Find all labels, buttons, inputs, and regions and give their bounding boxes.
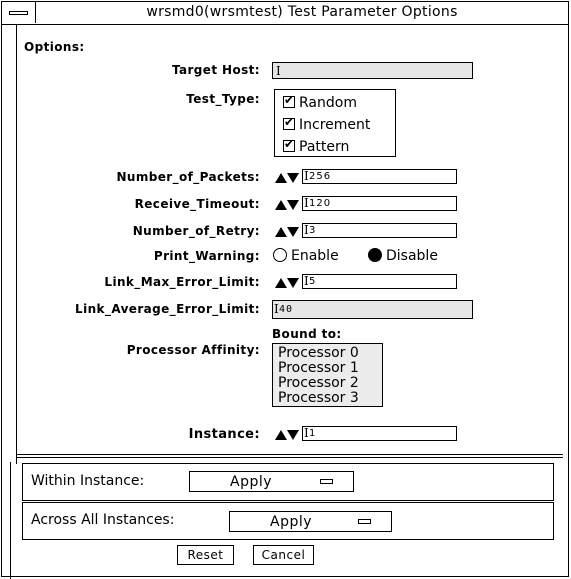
arrow-up-icon[interactable] <box>275 173 287 183</box>
number-of-retry-stepper[interactable]: I 3 <box>274 223 457 238</box>
processor-affinity-label: Processor Affinity: <box>126 343 260 357</box>
within-instance-apply-button[interactable]: Apply <box>189 471 354 492</box>
title-bar: wrsmd0(wrsmtest) Test Parameter Options <box>2 2 568 25</box>
processor-affinity-list[interactable]: Processor 0 Processor 1 Processor 2 Proc… <box>272 343 383 407</box>
link-average-error-limit-input[interactable]: I 40 <box>272 300 473 319</box>
across-all-instances-apply-label: Apply <box>270 514 313 530</box>
receive-timeout-label: Receive_Timeout: <box>134 197 260 211</box>
within-instance-apply-label: Apply <box>230 474 273 490</box>
window-title: wrsmd0(wrsmtest) Test Parameter Options <box>146 4 458 20</box>
receive-timeout-value: 120 <box>309 198 332 209</box>
arrow-up-icon[interactable] <box>275 430 287 440</box>
number-of-packets-label: Number_of_Packets: <box>116 170 260 184</box>
test-type-label: Test_Type: <box>186 92 260 106</box>
receive-timeout-stepper[interactable]: I 120 <box>274 196 457 211</box>
arrow-up-icon[interactable] <box>275 227 287 237</box>
checkbox-increment-label: Increment <box>299 117 371 133</box>
radio-disable-label: Disable <box>386 248 438 264</box>
arrow-down-icon[interactable] <box>287 430 299 440</box>
instance-input[interactable]: I 1 <box>302 426 457 441</box>
bound-to-label: Bound to: <box>272 327 342 341</box>
arrow-down-icon[interactable] <box>287 227 299 237</box>
receive-timeout-input[interactable]: I 120 <box>302 196 457 211</box>
radio-enable-label: Enable <box>291 248 339 264</box>
across-all-instances-panel: Across All Instances: Apply <box>22 502 554 540</box>
list-item[interactable]: Processor 2 <box>278 375 359 391</box>
list-item[interactable]: Processor 0 <box>278 345 359 361</box>
number-of-packets-input[interactable]: I 256 <box>302 169 457 184</box>
checkbox-pattern[interactable]: Pattern <box>283 137 350 155</box>
link-max-error-limit-value: 5 <box>309 276 317 287</box>
left-border-line <box>10 462 11 579</box>
link-max-error-limit-input[interactable]: I 5 <box>302 274 457 289</box>
number-of-retry-input[interactable]: I 3 <box>302 223 457 238</box>
arrow-up-icon[interactable] <box>275 200 287 210</box>
menu-indicator-icon <box>358 519 371 524</box>
target-host-label: Target Host: <box>171 63 260 77</box>
arrow-up-icon[interactable] <box>275 278 287 288</box>
checkbox-random[interactable]: Random <box>283 93 357 111</box>
instance-label: Instance: <box>188 427 260 442</box>
arrow-down-icon[interactable] <box>287 200 299 210</box>
within-instance-panel: Within Instance: Apply <box>22 463 554 501</box>
link-average-error-limit-label: Link_Average_Error_Limit: <box>75 302 260 316</box>
number-of-packets-stepper[interactable]: I 256 <box>274 169 457 184</box>
radio-enable[interactable]: Enable <box>273 246 339 264</box>
instance-value: 1 <box>309 428 317 439</box>
arrow-down-icon[interactable] <box>287 173 299 183</box>
link-max-error-limit-label: Link_Max_Error_Limit: <box>104 275 260 289</box>
checkbox-random-label: Random <box>299 95 357 111</box>
window-menu-icon <box>9 11 28 15</box>
left-border-line <box>16 24 17 464</box>
across-all-instances-apply-button[interactable]: Apply <box>229 511 392 532</box>
instance-stepper[interactable]: I 1 <box>274 426 457 441</box>
number-of-retry-value: 3 <box>309 225 317 236</box>
window-menu-button[interactable] <box>2 2 36 23</box>
checkbox-pattern-label: Pattern <box>299 139 350 155</box>
number-of-retry-label: Number_of_Retry: <box>132 224 260 238</box>
cancel-button[interactable]: Cancel <box>253 545 314 565</box>
radio-on-icon <box>368 248 382 262</box>
list-item[interactable]: Processor 3 <box>278 390 359 406</box>
separator <box>16 457 563 458</box>
print-warning-label: Print_Warning: <box>153 249 260 263</box>
separator <box>16 454 563 455</box>
link-average-error-limit-value: 40 <box>279 304 294 315</box>
menu-indicator-icon <box>320 479 333 484</box>
reset-button[interactable]: Reset <box>177 545 234 565</box>
dialog-window: wrsmd0(wrsmtest) Test Parameter Options … <box>1 1 569 579</box>
checkmark-icon <box>283 93 295 108</box>
text-cursor-icon: I <box>276 64 281 78</box>
radio-off-icon <box>273 248 287 262</box>
options-label: Options: <box>24 40 85 54</box>
target-host-input[interactable]: I <box>272 62 473 79</box>
arrow-down-icon[interactable] <box>287 278 299 288</box>
number-of-packets-value: 256 <box>309 171 332 182</box>
list-item[interactable]: Processor 1 <box>278 360 359 376</box>
link-max-error-limit-stepper[interactable]: I 5 <box>274 274 457 289</box>
checkbox-increment[interactable]: Increment <box>283 115 371 133</box>
checkmark-icon <box>283 115 295 130</box>
across-all-instances-label: Across All Instances: <box>31 512 175 528</box>
radio-disable[interactable]: Disable <box>368 246 438 264</box>
checkmark-icon <box>283 137 295 152</box>
within-instance-label: Within Instance: <box>31 473 145 489</box>
test-type-checkgroup: Random Increment Pattern <box>274 89 396 157</box>
